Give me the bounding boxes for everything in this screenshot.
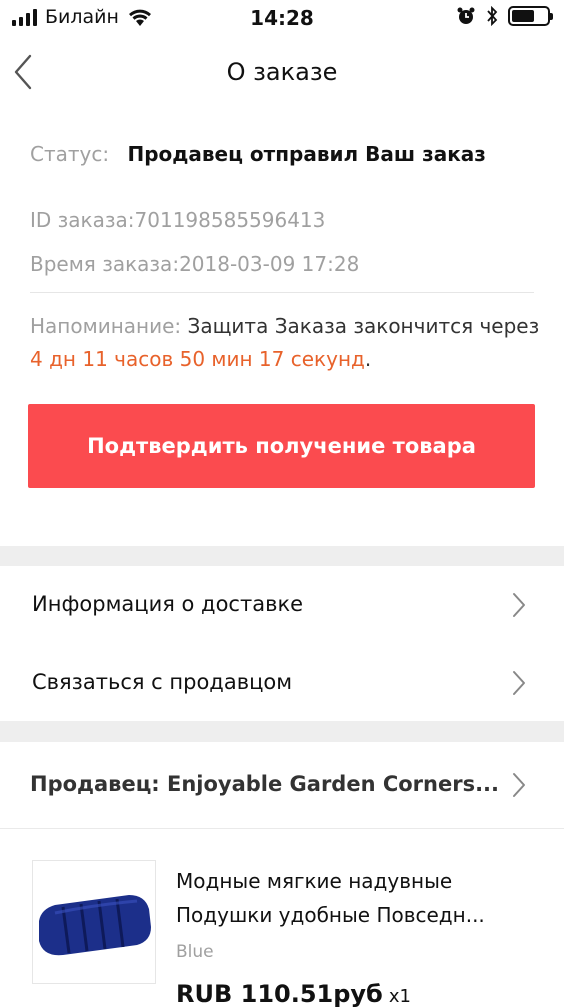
- page-title: О заказе: [226, 58, 338, 86]
- alarm-icon: [457, 7, 475, 24]
- product-price-row: RUB 110.51руб x1: [176, 980, 411, 1008]
- delivery-info-label: Информация о доставке: [32, 592, 304, 616]
- reminder-label: Напоминание:: [30, 314, 182, 338]
- chevron-right-icon: [513, 773, 525, 797]
- seller-name: Продавец: Enjoyable Garden Corners...: [30, 772, 500, 796]
- navigation-bar: О заказе: [0, 36, 564, 112]
- protection-reminder: Напоминание: Защита Заказа закончится че…: [30, 310, 540, 376]
- delivery-info-row[interactable]: Информация о доставке: [0, 566, 564, 644]
- reminder-end: .: [364, 347, 372, 371]
- divider: [0, 828, 564, 829]
- product-name[interactable]: Модные мягкие надувные Подушки удобные П…: [176, 864, 536, 932]
- product-name-line1: Модные мягкие надувные: [176, 869, 453, 893]
- seller-product-card: Продавец: Enjoyable Garden Corners... Мо…: [0, 742, 564, 1008]
- product-name-line2: Подушки удобные Повседн...: [176, 903, 485, 927]
- divider: [30, 292, 534, 293]
- bluetooth-icon: [487, 6, 498, 26]
- chevron-right-icon: [513, 593, 525, 617]
- product-variant: Blue: [176, 942, 214, 962]
- section-separator: [0, 546, 564, 566]
- order-time-row: Время заказа:2018-03-09 17:28: [30, 252, 359, 276]
- battery-icon: [508, 6, 553, 26]
- status-row: Статус: Продавец отправил Ваш заказ: [30, 142, 486, 166]
- status-bar-right: [456, 6, 553, 26]
- chevron-right-icon: [513, 671, 525, 695]
- pillow-image: [39, 895, 151, 956]
- reminder-text: Защита Заказа закончится через: [181, 314, 540, 338]
- order-id-label: ID заказа:: [30, 208, 135, 232]
- product-price: RUB 110.51руб: [176, 980, 383, 1008]
- status-bar: Билайн 14:28: [0, 0, 564, 36]
- order-actions-card: Информация о доставке Связаться с продав…: [0, 566, 564, 721]
- order-id-row: ID заказа:701198585596413: [30, 208, 325, 232]
- order-id-value: 701198585596413: [134, 208, 326, 232]
- product-quantity: x1: [388, 986, 411, 1007]
- order-status-card: Статус: Продавец отправил Ваш заказ ID з…: [0, 112, 564, 546]
- order-time-value: 2018-03-09 17:28: [179, 252, 360, 276]
- status-label: Статус:: [30, 142, 110, 166]
- order-time-label: Время заказа:: [30, 252, 180, 276]
- reminder-countdown: 4 дн 11 часов 50 мин 17 секунд: [30, 347, 365, 371]
- confirm-receipt-button[interactable]: Подтвердить получение товара: [28, 404, 535, 488]
- product-image[interactable]: [32, 860, 156, 984]
- contact-seller-label: Связаться с продавцом: [32, 670, 293, 694]
- section-separator: [0, 721, 564, 742]
- status-value: Продавец отправил Ваш заказ: [127, 142, 486, 166]
- contact-seller-row[interactable]: Связаться с продавцом: [0, 644, 564, 722]
- seller-row[interactable]: Продавец: Enjoyable Garden Corners...: [0, 742, 564, 828]
